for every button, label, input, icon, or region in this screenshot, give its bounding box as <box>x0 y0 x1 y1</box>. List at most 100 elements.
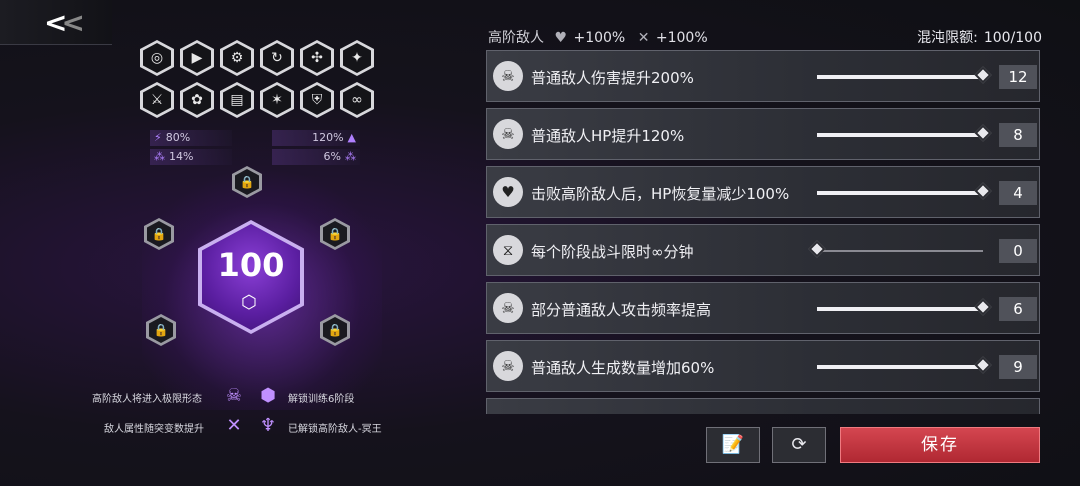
slider-handle[interactable] <box>808 240 826 258</box>
slider-fill <box>817 307 983 311</box>
mutation-slot-frame: ⚙ <box>220 40 254 76</box>
mutation-slot-frame: ⛨ <box>300 82 334 118</box>
modifier-value: 6 <box>999 297 1037 321</box>
mutation-slot[interactable]: ▤ <box>220 82 254 118</box>
mutation-slot[interactable]: ▶ <box>180 40 214 76</box>
modifier-slider[interactable] <box>817 298 992 316</box>
mutation-slot[interactable]: ∞ <box>340 82 374 118</box>
lock-icon: 🔒 <box>323 221 347 247</box>
stat-left-bottom-value: 14% <box>169 150 194 163</box>
slider-handle[interactable] <box>974 182 992 200</box>
save-button[interactable]: 保存 <box>840 427 1040 463</box>
mutation-slot-frame: ▶ <box>180 40 214 76</box>
slider-handle[interactable] <box>974 356 992 374</box>
modifier-value: 0 <box>999 239 1037 263</box>
nodes-icon: ✣ <box>303 43 331 73</box>
stat-left-top: ⚡ 80% <box>150 130 232 146</box>
slider-handle[interactable] <box>974 66 992 84</box>
skull-badge-icon: ☠ <box>493 351 523 381</box>
mutation-slot[interactable]: ✿ <box>180 82 214 118</box>
modifier-value: 9 <box>999 355 1037 379</box>
modifier-value: 4 <box>999 181 1037 205</box>
modifier-row[interactable]: ☠ 普通敌人HP提升120% 8 <box>486 108 1040 160</box>
mutation-slot[interactable]: ⚔ <box>140 82 174 118</box>
stat-right-top-value: 120% <box>312 131 344 144</box>
double-chevron-left-icon: << <box>44 6 85 39</box>
modifier-slider[interactable] <box>808 240 983 258</box>
back-button[interactable]: << <box>0 0 112 45</box>
gear-cluster-icon: ⚙ <box>223 43 251 73</box>
modifier-row[interactable]: ⧖ 每个阶段战斗限时∞分钟 0 <box>486 224 1040 276</box>
modifier-slider[interactable] <box>817 124 992 142</box>
lock-icon: 🔒 <box>147 221 171 247</box>
skull-badge-icon: ☠ <box>493 293 523 323</box>
modifier-value: 8 <box>999 123 1037 147</box>
slider-handle[interactable] <box>974 298 992 316</box>
shield-badge-icon: ⛨ <box>303 85 331 115</box>
slider-fill <box>817 365 983 369</box>
hooded-figure-icon: ♆ <box>259 415 277 436</box>
elite-enemy-label: 高阶敌人 <box>488 30 544 46</box>
mutation-slot[interactable]: ✦ <box>340 40 374 76</box>
chaos-limit: 混沌限额: 100/100 <box>917 27 1042 47</box>
buff-text: 高阶敌人将进入极限形态 <box>92 394 202 405</box>
spiral-icon: ◎ <box>143 43 171 73</box>
heart-diamond-icon: ♥ <box>554 30 568 46</box>
buff-text: 敌人属性随突变数提升 <box>104 424 204 435</box>
mutation-slot-frame: ✦ <box>340 40 374 76</box>
mutation-slot-frame: ⚔ <box>140 82 174 118</box>
mutation-slot[interactable]: ↻ <box>260 40 294 76</box>
infinity-icon: ∞ <box>343 85 371 115</box>
modifier-row[interactable]: ☠ 普通敌人生成数量增加60% 9 <box>486 340 1040 392</box>
buff-text: 解锁训练6阶段 <box>288 394 355 405</box>
hourglass-icon: ⧖ <box>493 235 523 265</box>
modifier-slider[interactable] <box>817 356 992 374</box>
mutation-slot[interactable]: ⚙ <box>220 40 254 76</box>
bars-icon: ▤ <box>223 85 251 115</box>
mutation-slot[interactable]: ◎ <box>140 40 174 76</box>
elite-enemy-header: 高阶敌人 ♥ +100% ✕ +100% <box>488 27 708 47</box>
hex-c-icon: ⬢ <box>260 385 276 406</box>
modifier-label: 部分普通敌人攻击频率提高 <box>531 301 712 319</box>
slider-fill <box>817 191 983 195</box>
skull-badge-icon: ☠ <box>493 119 523 149</box>
flower-icon: ✿ <box>183 85 211 115</box>
cycle-icon: ↻ <box>263 43 291 73</box>
elite-bonus-2: +100% <box>655 30 708 46</box>
mutation-slot[interactable]: ✣ <box>300 40 334 76</box>
modifier-label: 每个阶段战斗限时∞分钟 <box>531 243 694 261</box>
mutation-slot-frame: ✣ <box>300 40 334 76</box>
chaos-limit-label: 混沌限额: <box>917 30 978 46</box>
stat-right-bottom: 6% ⁂ <box>272 149 360 165</box>
mutation-slot-frame: ▤ <box>220 82 254 118</box>
mutation-slot-frame: ↻ <box>260 40 294 76</box>
reset-button[interactable]: ⟳ <box>772 427 826 463</box>
modifier-value: 12 <box>999 65 1037 89</box>
slider-handle[interactable] <box>974 124 992 142</box>
slider-fill <box>817 133 983 137</box>
burst-icon: ✶ <box>263 85 291 115</box>
modifier-slider[interactable] <box>817 66 992 84</box>
mutation-slot-frame: ✶ <box>260 82 294 118</box>
buff-text: 已解锁高阶敌人-冥王 <box>288 424 382 435</box>
stat-left-bottom: ⁂ 14% <box>150 149 232 165</box>
modifier-row[interactable]: ♥ 击败高阶敌人后，HP恢复量减少100% 4 <box>486 166 1040 218</box>
sparkle-icon: ✦ <box>343 43 371 73</box>
mutation-slot[interactable]: ⛨ <box>300 82 334 118</box>
crossed-blades-icon: ✕ <box>637 30 650 46</box>
stat-left-top-value: 80% <box>165 131 191 144</box>
arrows-cross-icon: ✕ <box>226 415 242 436</box>
modifier-row[interactable]: ☠ 部分普通敌人攻击频率提高 6 <box>486 282 1040 334</box>
stat-right-top: 120% ▲ <box>272 130 360 146</box>
mutation-slot[interactable]: ✶ <box>260 82 294 118</box>
notes-button[interactable]: 📝 <box>706 427 760 463</box>
modifier-list[interactable]: ☠ 普通敌人伤害提升200% 12 ☠ 普通敌人HP提升120% 8 ♥ 击败高阶敌人后，HP… <box>486 50 1042 414</box>
modifier-row[interactable]: ☠ 普通敌人伤害提升200% 12 <box>486 50 1040 102</box>
modifier-slider[interactable] <box>817 182 992 200</box>
notes-question-icon: 📝 <box>721 434 745 455</box>
modifier-label: 普通敌人HP提升120% <box>531 127 685 145</box>
modifier-row[interactable] <box>486 398 1040 414</box>
lock-icon: 🔒 <box>323 317 347 343</box>
modifier-label: 普通敌人伤害提升200% <box>531 69 694 87</box>
heart-down-icon: ♥ <box>493 177 523 207</box>
